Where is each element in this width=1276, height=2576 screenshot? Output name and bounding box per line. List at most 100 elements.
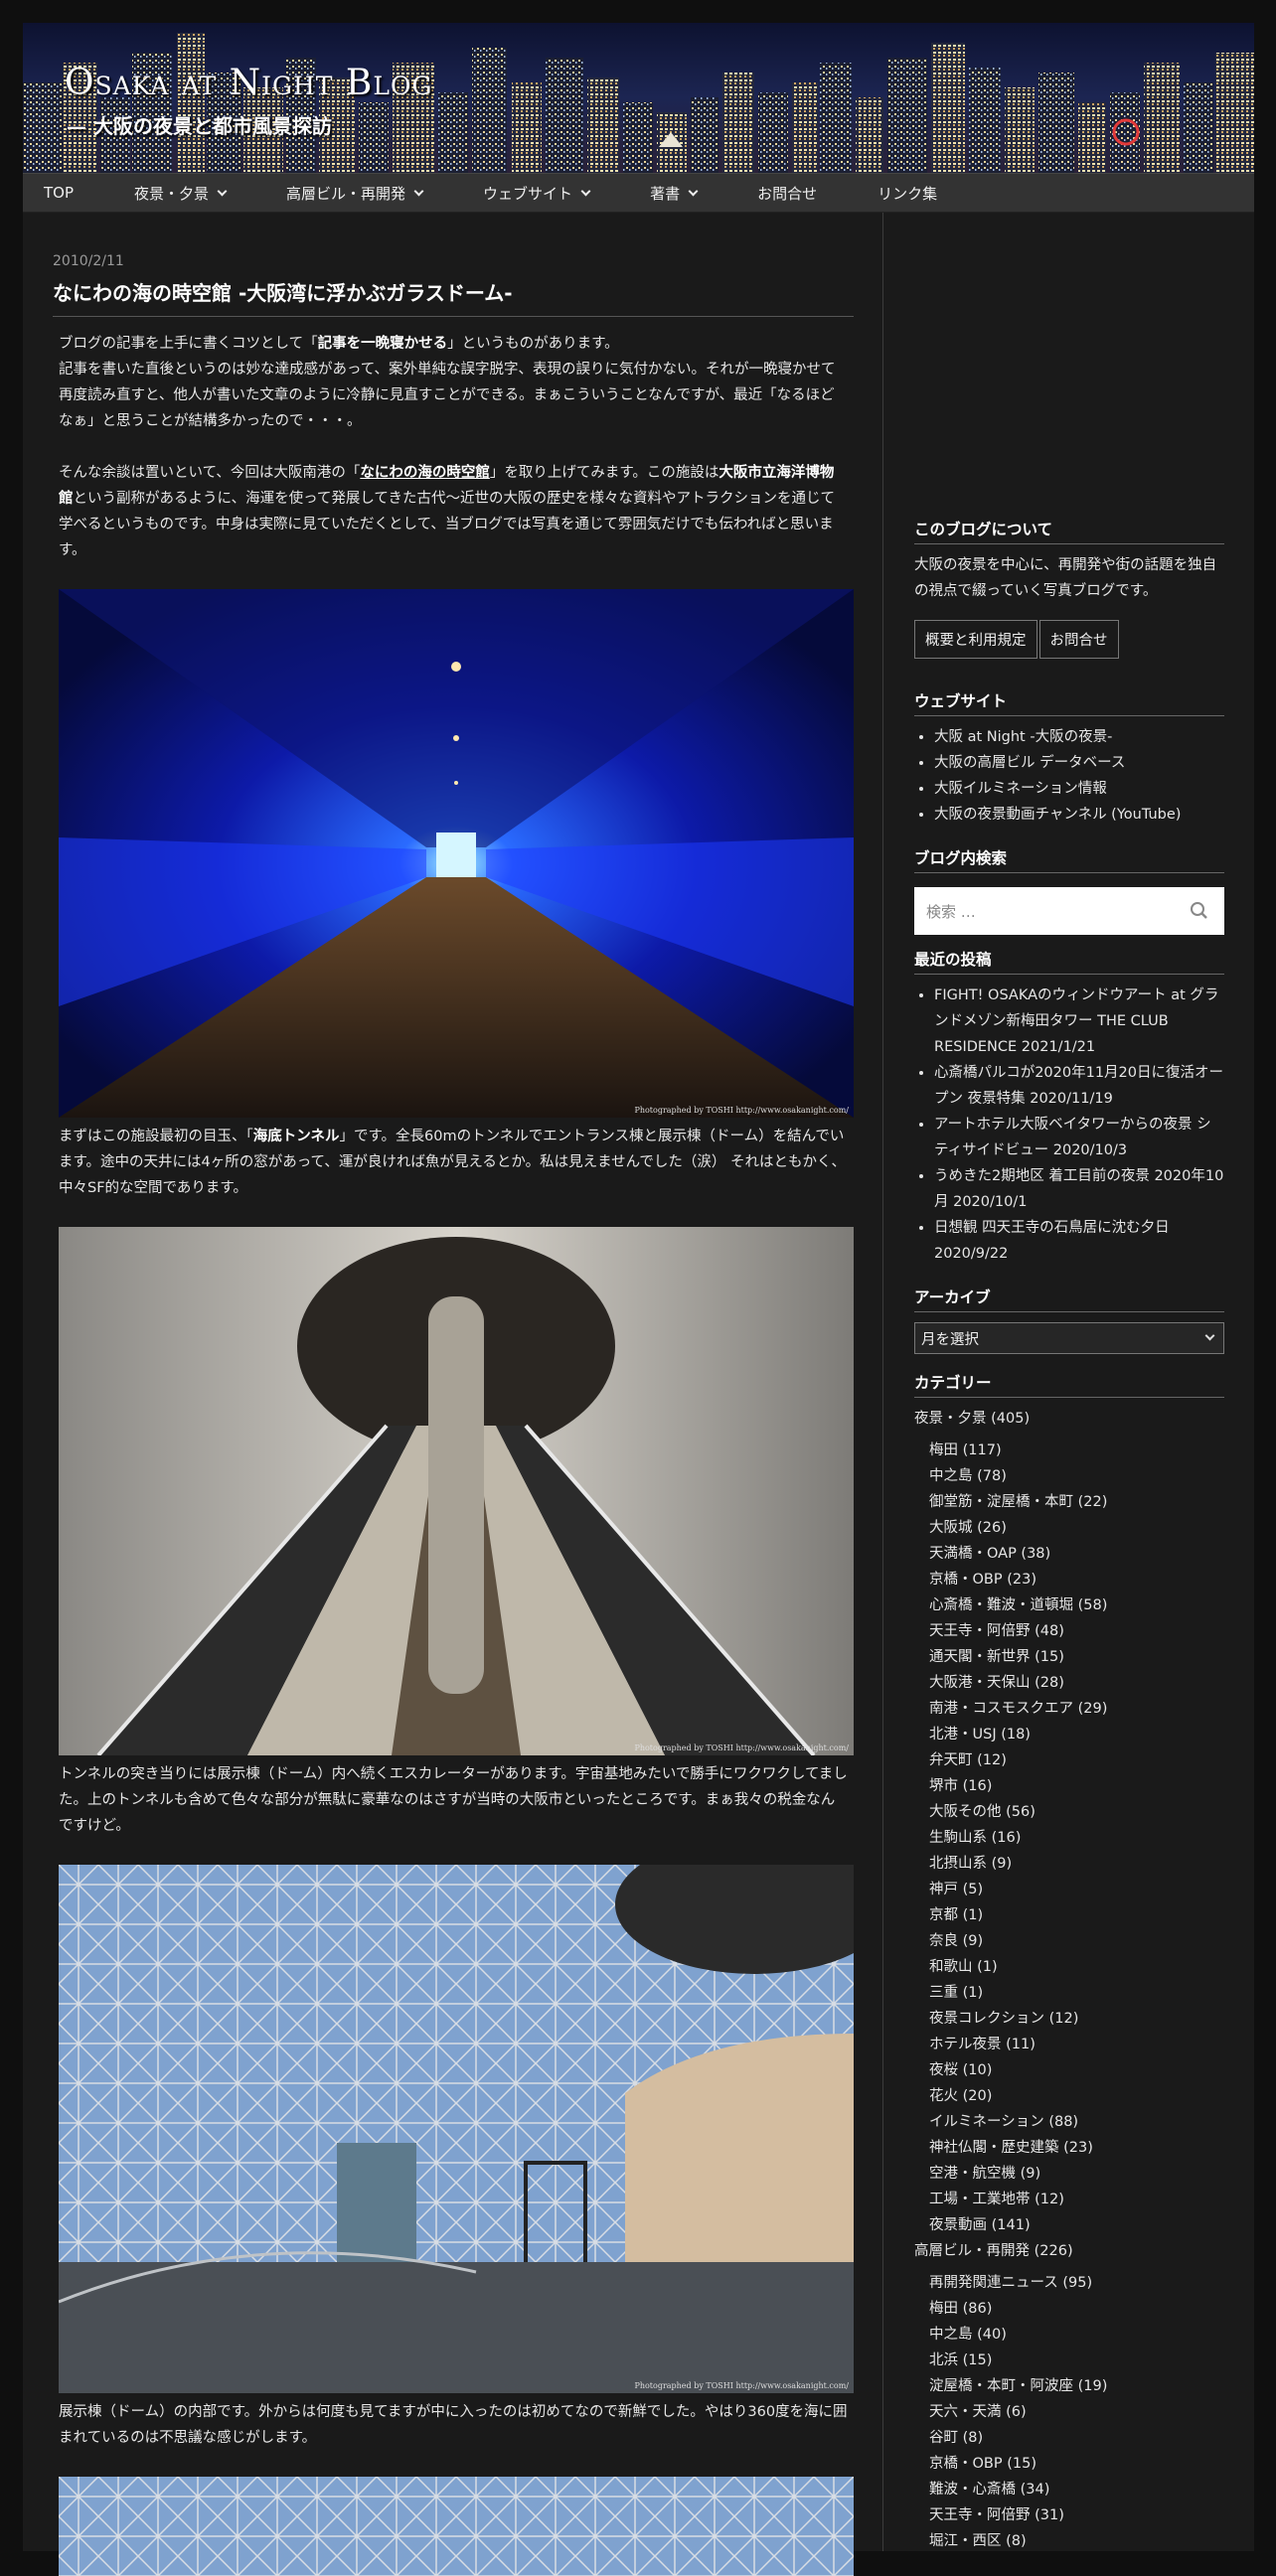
about-title: このブログについて — [914, 518, 1224, 544]
archive-title: アーカイブ — [914, 1286, 1224, 1312]
subcategory-link[interactable]: 大阪城 (26) — [914, 1515, 1224, 1541]
nav-item[interactable]: ウェブサイト — [483, 183, 591, 204]
recent-post-link[interactable]: 日想観 四天王寺の石鳥居に沈む夕日 2020/9/22 — [934, 1215, 1224, 1267]
category-night-view[interactable]: 夜景・夕景 (405) — [914, 1406, 1224, 1432]
bold-text: 記事を一晩寝かせる — [317, 336, 448, 352]
subcategory-link[interactable]: ホテル夜景 (11) — [914, 2032, 1224, 2057]
text: まずはこの施設最初の目玉、「 — [59, 1129, 253, 1144]
archive-widget: アーカイブ 月を選択 — [914, 1286, 1224, 1354]
nav-item[interactable]: リンク集 — [877, 183, 937, 204]
subcategory-link[interactable]: 梅田 (117) — [914, 1438, 1224, 1463]
dome-photo[interactable]: Photographed by TOSHI http://www.osakani… — [59, 1865, 854, 2393]
subcategory-link[interactable]: 京橋・OBP (23) — [914, 1567, 1224, 1592]
subcategory-link[interactable]: 心斎橋・難波・道頓堀 (58) — [914, 1592, 1224, 1618]
nav-item-label: リンク集 — [877, 184, 938, 203]
post-date: 2010/2/11 — [53, 253, 124, 269]
subcategory-link[interactable]: 梅田 (86) — [914, 2296, 1224, 2322]
subcategory-link[interactable]: 北摂山系 (9) — [914, 1851, 1224, 1877]
search-icon[interactable] — [1185, 896, 1214, 926]
subcategory-link[interactable]: 京都 (1) — [914, 1902, 1224, 1928]
main-nav: TOP 夜景・夕景 高層ビル・再開発 ウェブサイト 著書 お問合せ リンク集 — [23, 173, 1254, 213]
search-input[interactable]: 検索 … — [914, 887, 1224, 935]
text: ブログの記事を上手に書くコツとして「 — [59, 336, 318, 352]
category-highrise[interactable]: 高層ビル・再開発 (226) — [914, 2238, 1224, 2264]
caption-tunnel: まずはこの施設最初の目玉、「海底トンネル」です。全長60mのトンネルでエントラン… — [53, 1124, 854, 1201]
search-placeholder: 検索 … — [926, 902, 976, 921]
subcategory-link[interactable]: イルミネーション (88) — [914, 2109, 1224, 2135]
escalator-image: Photographed by TOSHI http://www.osakani… — [59, 1227, 854, 1755]
subcategory-link[interactable]: 天王寺・阿倍野 (31) — [914, 2502, 1224, 2528]
subcategory-link[interactable]: 夜景コレクション (12) — [914, 2006, 1224, 2032]
subcategory-link[interactable]: 奈良 (9) — [914, 1928, 1224, 1954]
subcategory-link[interactable]: 大阪その他 (56) — [914, 1799, 1224, 1825]
site-logo[interactable]: Osaka at Night Blog — [65, 63, 432, 103]
subcategory-link[interactable]: 京橋・OBP (15) — [914, 2451, 1224, 2477]
website-link[interactable]: 大阪の夜景動画チャンネル (YouTube) — [934, 802, 1224, 828]
terms-button[interactable]: 概要と利用規定 — [914, 620, 1037, 659]
tunnel-photo[interactable]: Photographed by TOSHI http://www.osakani… — [59, 589, 854, 1118]
subcategory-link[interactable]: 堀江・西区 (8) — [914, 2528, 1224, 2554]
photo-credit: Photographed by TOSHI http://www.osakani… — [634, 1743, 849, 1752]
nav-item[interactable]: 夜景・夕景 — [134, 183, 228, 204]
about-text: 大阪の夜景を中心に、再開発や街の話題を独自の視点で綴っていく写真ブログです。 — [914, 557, 1217, 599]
subcategory-link[interactable]: 弁天町 (12) — [914, 1747, 1224, 1773]
recent-title: 最近の投稿 — [914, 948, 1224, 975]
subcategory-link[interactable]: 大阪港・天保山 (28) — [914, 1670, 1224, 1696]
subcategory-link[interactable]: 夜桜 (10) — [914, 2057, 1224, 2083]
recent-post-link[interactable]: アートホテル大阪ベイタワーからの夜景 シティサイドビュー 2020/10/3 — [934, 1112, 1224, 1163]
facility-link[interactable]: なにわの海の時空館 — [360, 465, 490, 481]
recent-post-link[interactable]: 心斎橋パルコが2020年11月20日に復活オープン 夜景特集 2020/11/1… — [934, 1060, 1224, 1112]
subcategory-link[interactable]: 中之島 (40) — [914, 2322, 1224, 2348]
subcategory-link[interactable]: 空港・航空機 (9) — [914, 2161, 1224, 2187]
escalator-photo[interactable]: Photographed by TOSHI http://www.osakani… — [59, 1227, 854, 1755]
subcategory-link[interactable]: 通天閣・新世界 (15) — [914, 1644, 1224, 1670]
subcategory-link[interactable]: 工場・工業地帯 (12) — [914, 2187, 1224, 2212]
subcategory-link[interactable]: 天王寺・阿倍野 (48) — [914, 1618, 1224, 1644]
subcategory-link[interactable]: 北浜 (15) — [914, 2348, 1224, 2373]
website-link[interactable]: 大阪 at Night -大阪の夜景- — [934, 724, 1224, 750]
websites-title: ウェブサイト — [914, 689, 1224, 716]
subcategory-link[interactable]: 花火 (20) — [914, 2083, 1224, 2109]
about-widget: このブログについて 大阪の夜景を中心に、再開発や街の話題を独自の視点で綴っていく… — [914, 518, 1224, 659]
subcategory-link[interactable]: 御堂筋・淀屋橋・本町 (22) — [914, 1489, 1224, 1515]
subcategory-link[interactable]: 難波・心斎橋 (34) — [914, 2477, 1224, 2502]
nav-item[interactable]: お問合せ — [757, 183, 817, 204]
contact-button[interactable]: お問合せ — [1038, 620, 1119, 659]
post-title[interactable]: なにわの海の時空館 -大阪湾に浮かぶガラスドーム- — [53, 277, 854, 317]
website-link[interactable]: 大阪の高層ビル データベース — [934, 750, 1224, 776]
subcategory-link[interactable]: 南港・コスモスクエア (29) — [914, 1696, 1224, 1722]
subcategory-link[interactable]: 神社仏閣・歴史建築 (23) — [914, 2135, 1224, 2161]
archive-select[interactable]: 月を選択 — [914, 1322, 1224, 1354]
nav-item[interactable]: 高層ビル・再開発 — [286, 183, 424, 204]
subcategory-link[interactable]: 三重 (1) — [914, 1980, 1224, 2006]
subcategory-link[interactable]: 天六・天満 (6) — [914, 2399, 1224, 2425]
post-paragraph-1: ブログの記事を上手に書くコツとして「記事を一晩寝かせる」というものがあります。記… — [53, 331, 854, 434]
chevron-down-icon — [1204, 1330, 1215, 1341]
site-tagline: — 大阪の夜景と都市風景探訪 — [67, 114, 332, 138]
website-link[interactable]: 大阪イルミネーション情報 — [934, 776, 1224, 802]
recent-post-link[interactable]: FIGHT! OSAKAのウィンドウアート at グランドメゾン新梅田タワー T… — [934, 983, 1224, 1060]
photo-credit: Photographed by TOSHI http://www.osakani… — [634, 1106, 849, 1115]
nav-item-label: 高層ビル・再開発 — [286, 184, 406, 203]
header-banner: Osaka at Night Blog — 大阪の夜景と都市風景探訪 — [23, 23, 1254, 173]
subcategory-link[interactable]: 再開発関連ニュース (95) — [914, 2270, 1224, 2296]
subcategory-link[interactable]: 神戸 (5) — [914, 1877, 1224, 1902]
dome-photo-2[interactable] — [59, 2477, 854, 2576]
subcategory-link[interactable]: 和歌山 (1) — [914, 1954, 1224, 1980]
nav-item[interactable]: 著書 — [650, 183, 699, 204]
photo-credit: Photographed by TOSHI http://www.osakani… — [634, 2381, 849, 2390]
recent-post-link[interactable]: うめきた2期地区 着工目前の夜景 2020年10月 2020/10/1 — [934, 1163, 1224, 1215]
nav-item[interactable]: TOP — [44, 184, 74, 202]
nav-item-label: ウェブサイト — [483, 184, 573, 203]
subcategory-link[interactable]: 生駒山系 (16) — [914, 1825, 1224, 1851]
subcategory-link[interactable]: 中之島 (78) — [914, 1463, 1224, 1489]
subcategory-link[interactable]: 谷町 (8) — [914, 2425, 1224, 2451]
subcategory-link[interactable]: 堺市 (16) — [914, 1773, 1224, 1799]
subcategory-link[interactable]: 北港・USJ (18) — [914, 1722, 1224, 1747]
subcategory-link[interactable]: 淀屋橋・本町・阿波座 (19) — [914, 2373, 1224, 2399]
text: 」を取り上げてみます。この施設は — [489, 465, 719, 481]
caption-dome: 展示棟（ドーム）の内部です。外からは何度も見てますが中に入ったのは初めてなので新… — [59, 2404, 848, 2446]
subcategory-link[interactable]: 夜景動画 (141) — [914, 2212, 1224, 2238]
subcategory-link[interactable]: 天満橋・OAP (38) — [914, 1541, 1224, 1567]
nav-item-label: お問合せ — [757, 184, 818, 203]
